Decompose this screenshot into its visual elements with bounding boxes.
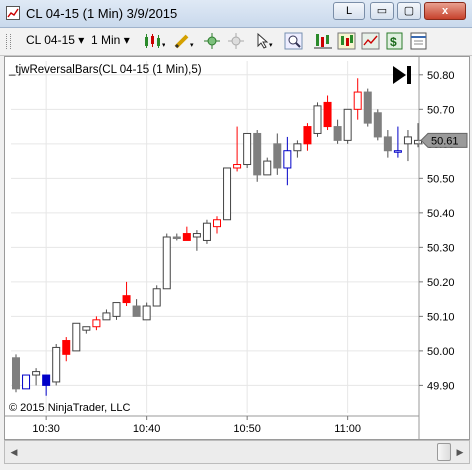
- x-tick-label: 11:00: [334, 423, 361, 435]
- copyright-label: © 2015 NinjaTrader, LLC: [9, 402, 131, 414]
- candle-body: [162, 236, 171, 290]
- y-tick-label: 50.30: [427, 242, 455, 254]
- y-tick-label: 50.40: [427, 208, 455, 220]
- chart-properties-icon[interactable]: [361, 32, 381, 50]
- candle-body: [263, 160, 272, 176]
- x-tick-label: 10:50: [233, 423, 261, 435]
- svg-text:▾: ▾: [269, 42, 273, 49]
- toolbar-grip[interactable]: [6, 34, 11, 49]
- instrument-label: CL 04-15: [26, 33, 75, 47]
- window-title: CL 04-15 (1 Min) 3/9/2015: [26, 6, 178, 21]
- maximize-button[interactable]: ▢: [397, 2, 421, 20]
- candle-body: [172, 236, 181, 239]
- candle-body: [122, 295, 131, 304]
- candle-body: [182, 233, 191, 241]
- candle-body: [383, 136, 392, 152]
- candle-body: [414, 139, 422, 145]
- candle-body: [363, 91, 372, 124]
- selection-pointer-icon[interactable]: ▾: [254, 32, 274, 50]
- x-tick-label: 10:30: [32, 423, 60, 435]
- svg-text:▾: ▾: [162, 42, 165, 49]
- drawing-tools-icon[interactable]: ▾: [173, 32, 194, 50]
- candle-body: [243, 132, 252, 166]
- candle-body: [112, 302, 121, 317]
- candle-body: [303, 126, 312, 145]
- candle-body: [132, 305, 141, 317]
- candle-body: [223, 167, 232, 221]
- scroll-left-icon[interactable]: ◀: [6, 443, 22, 461]
- y-tick-label: 50.50: [427, 173, 455, 185]
- svg-text:▾: ▾: [190, 42, 194, 49]
- close-button[interactable]: x: [424, 2, 466, 20]
- candle-body: [82, 326, 91, 331]
- y-tick-label: 50.80: [427, 70, 455, 82]
- candle-body: [233, 164, 242, 169]
- x-tick-label: 10:40: [133, 423, 161, 435]
- price-chart[interactable]: 49.9050.0050.1050.2050.3050.4050.5050.60…: [5, 57, 469, 439]
- candle-body: [12, 357, 20, 390]
- candle-body: [273, 143, 282, 169]
- y-tick-label: 50.20: [427, 277, 455, 289]
- candle-body: [313, 105, 322, 134]
- candle-body: [72, 322, 81, 352]
- candle-body: [32, 371, 41, 376]
- candle-body: [293, 143, 302, 152]
- chart-window-icon: [6, 6, 20, 20]
- current-price-label: 50.61: [431, 135, 459, 147]
- candle-body: [333, 126, 342, 141]
- candle-body: [62, 340, 71, 355]
- chart-toolbar: CL 04-15 ▾ 1 Min ▾ ▾ ▾ ▾ $: [0, 28, 472, 56]
- candle-body: [92, 319, 101, 328]
- candle-body: [202, 222, 211, 241]
- link-button[interactable]: L: [333, 2, 365, 20]
- indicators-icon[interactable]: [313, 32, 333, 50]
- scrollbar-thumb[interactable]: [437, 443, 451, 461]
- candle-body: [353, 91, 362, 110]
- go-to-end-icon[interactable]: [393, 66, 411, 84]
- svg-text:$: $: [390, 35, 397, 49]
- zoom-icon[interactable]: [284, 32, 304, 50]
- data-box-icon[interactable]: [409, 32, 429, 50]
- candle-body: [403, 136, 412, 145]
- y-tick-label: 49.90: [427, 380, 455, 392]
- dollar-icon[interactable]: $: [385, 32, 405, 50]
- candle-body: [373, 112, 382, 138]
- bar-type-icon[interactable]: ▾: [143, 32, 166, 50]
- candle-body: [152, 288, 161, 307]
- y-tick-label: 50.70: [427, 104, 455, 116]
- horizontal-scrollbar[interactable]: ◀ ▶: [4, 440, 470, 464]
- candle-body: [52, 346, 61, 383]
- candle-body: [42, 374, 51, 386]
- candle-body: [283, 150, 292, 169]
- candle-body: [253, 132, 262, 176]
- minimize-button[interactable]: ▭: [370, 2, 394, 20]
- interval-selector[interactable]: 1 Min ▾: [91, 33, 130, 47]
- candle-body: [213, 219, 221, 228]
- candle-body: [393, 150, 402, 153]
- candle-body: [142, 305, 151, 321]
- chevron-down-icon: ▾: [123, 33, 130, 47]
- y-tick-label: 50.00: [427, 346, 455, 358]
- candle-body: [22, 374, 31, 390]
- scroll-right-icon[interactable]: ▶: [452, 443, 468, 461]
- interval-label: 1 Min: [91, 33, 121, 47]
- candle-body: [343, 108, 352, 141]
- chevron-down-icon: ▾: [78, 33, 85, 47]
- indicator-label: _tjwReversalBars(CL 04-15 (1 Min),5): [9, 64, 202, 76]
- candle-body: [102, 312, 111, 321]
- strategies-icon[interactable]: [337, 32, 357, 50]
- y-tick-label: 50.10: [427, 311, 455, 323]
- candle-body: [323, 101, 332, 128]
- title-bar[interactable]: CL 04-15 (1 Min) 3/9/2015 L ▭ ▢ x: [0, 0, 472, 28]
- chart-panel[interactable]: 49.9050.0050.1050.2050.3050.4050.5050.60…: [4, 56, 470, 440]
- crosshair-icon[interactable]: [202, 32, 222, 50]
- candle-body: [192, 233, 201, 238]
- global-crosshair-icon[interactable]: [226, 32, 246, 50]
- instrument-selector[interactable]: CL 04-15 ▾: [26, 33, 84, 47]
